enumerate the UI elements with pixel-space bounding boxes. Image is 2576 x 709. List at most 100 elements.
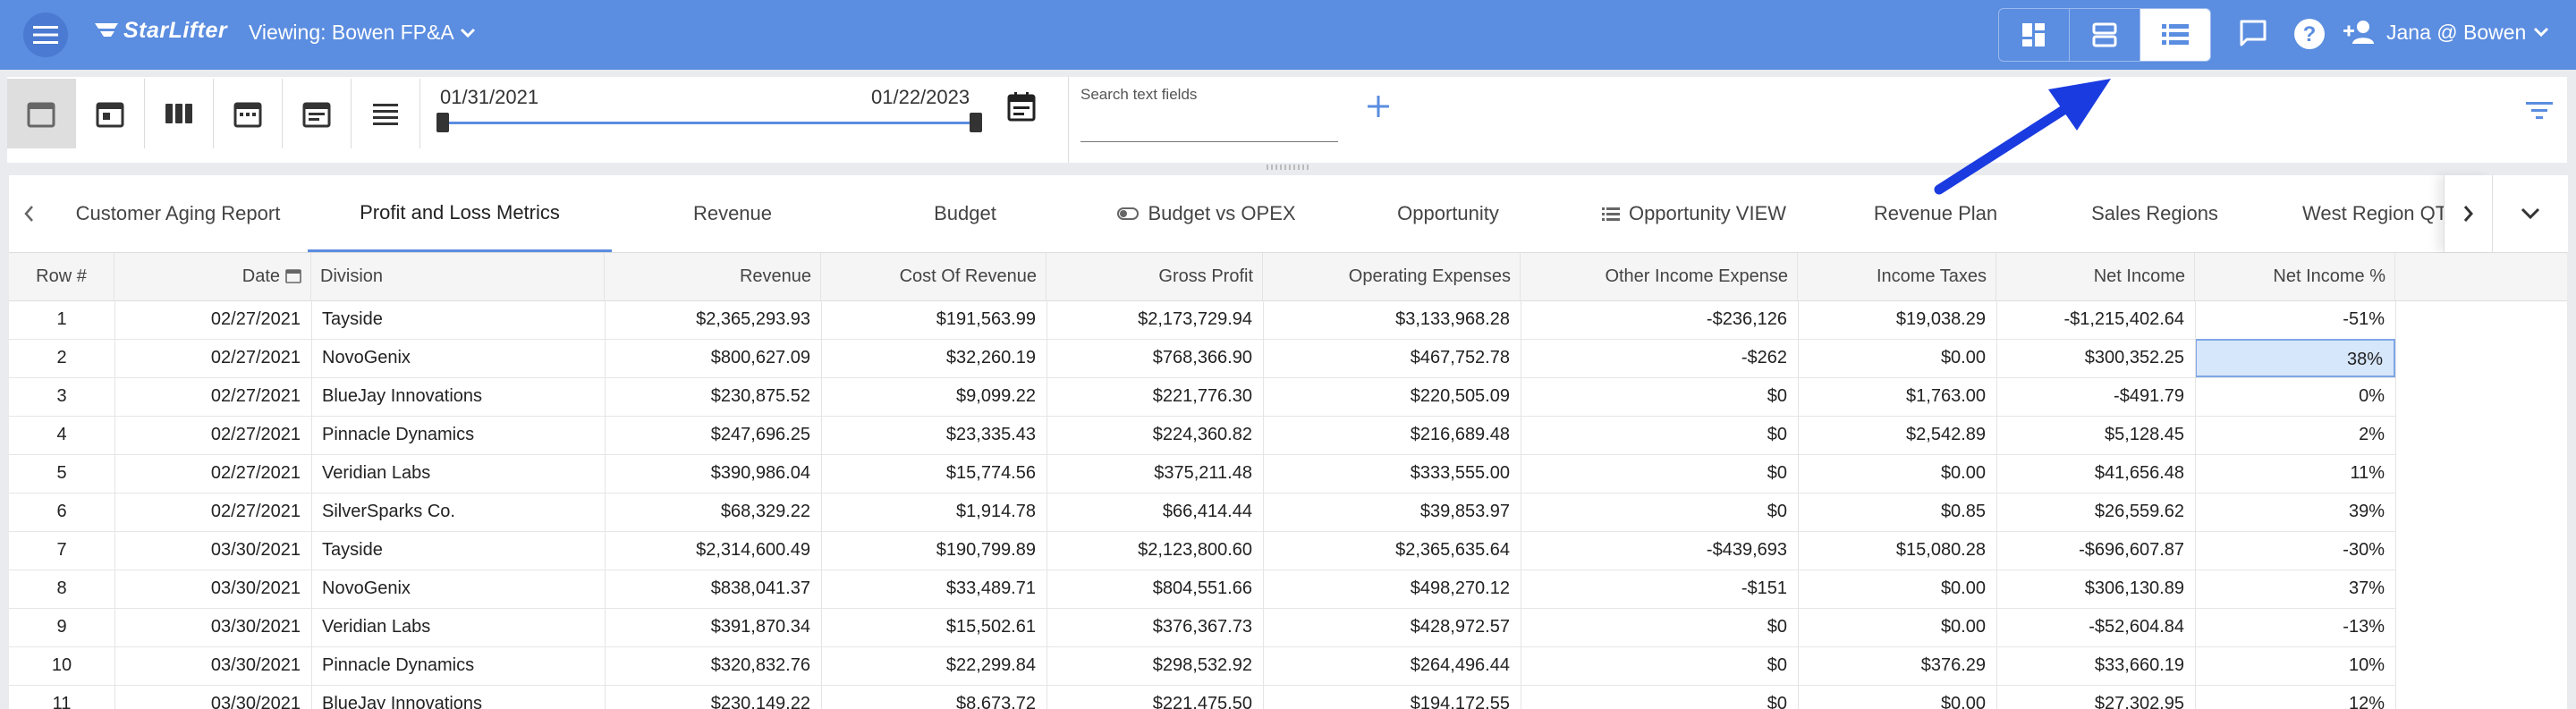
cell-date[interactable]: 03/30/2021 [114,685,311,709]
table-row[interactable]: 8 03/30/2021 NovoGenix $838,041.37 $33,489.7… [9,570,2395,609]
cell-cost-of-revenue[interactable]: $1,914.78 [821,493,1046,531]
table-row[interactable]: 1 02/27/2021 Tayside $2,365,293.93 $191,563.… [9,300,2395,340]
cell-net-income[interactable]: 0% [2195,377,2395,416]
cell-cost-of-revenue[interactable]: $8,673.72 [821,685,1046,709]
cell-income-taxes[interactable]: $0.00 [1798,454,1996,493]
column-header-net-income[interactable]: Net Income % [2195,253,2395,300]
cell-other-income-expense[interactable]: $0 [1521,608,1798,646]
cell-row[interactable]: 4 [9,416,114,454]
column-header-other-income-expense[interactable]: Other Income Expense [1521,253,1798,300]
date-range-slider[interactable] [444,122,980,124]
cell-revenue[interactable]: $390,986.04 [605,454,821,493]
tabs-scroll-right-button[interactable] [2444,175,2493,252]
cell-date[interactable]: 02/27/2021 [114,416,311,454]
cell-income-taxes[interactable]: $0.00 [1798,339,1996,377]
column-header-division[interactable]: Division [311,253,605,300]
tab-revenue[interactable]: Revenue [612,175,853,252]
hamburger-menu-button[interactable] [23,13,68,57]
cell-other-income-expense[interactable]: -$151 [1521,570,1798,608]
cell-other-income-expense[interactable]: -$236,126 [1521,300,1798,339]
cell-net-income[interactable]: 11% [2195,454,2395,493]
brand-logo[interactable]: StarLifter [95,18,227,44]
cell-gross-profit[interactable]: $298,532.92 [1046,646,1263,685]
cell-revenue[interactable]: $230,149.22 [605,685,821,709]
cell-date[interactable]: 03/30/2021 [114,608,311,646]
cell-net-income[interactable]: -$1,215,402.64 [1996,300,2195,339]
cell-cost-of-revenue[interactable]: $190,799.89 [821,531,1046,570]
column-header-row[interactable]: Row # [9,253,114,300]
cell-income-taxes[interactable]: $376.29 [1798,646,1996,685]
range-end-handle[interactable] [970,113,982,132]
resize-grip[interactable] [1267,165,1309,170]
cell-income-taxes[interactable]: $0.85 [1798,493,1996,531]
cell-row[interactable]: 7 [9,531,114,570]
cell-row[interactable]: 2 [9,339,114,377]
period-all-button[interactable] [7,79,76,148]
cell-division[interactable]: BlueJay Innovations [311,377,605,416]
cell-gross-profit[interactable]: $375,211.48 [1046,454,1263,493]
cell-operating-expenses[interactable]: $39,853.97 [1263,493,1521,531]
period-day-button[interactable] [76,79,145,148]
tab-budget[interactable]: Budget [853,175,1077,252]
cell-date[interactable]: 02/27/2021 [114,454,311,493]
cell-row[interactable]: 1 [9,300,114,339]
cell-gross-profit[interactable]: $66,414.44 [1046,493,1263,531]
cell-other-income-expense[interactable]: $0 [1521,493,1798,531]
cell-operating-expenses[interactable]: $264,496.44 [1263,646,1521,685]
period-year-button[interactable] [352,79,420,148]
cell-net-income[interactable]: 39% [2195,493,2395,531]
cell-cost-of-revenue[interactable]: $15,502.61 [821,608,1046,646]
table-row[interactable]: 10 03/30/2021 Pinnacle Dynamics $320,832.76… [9,646,2395,686]
cell-revenue[interactable]: $2,365,293.93 [605,300,821,339]
column-header-operating-expenses[interactable]: Operating Expenses [1263,253,1521,300]
table-row[interactable]: 3 02/27/2021 BlueJay Innovations $230,875.5… [9,377,2395,417]
cell-revenue[interactable]: $2,314,600.49 [605,531,821,570]
column-header-gross-profit[interactable]: Gross Profit [1046,253,1263,300]
help-button[interactable]: ? [2293,18,2326,55]
cell-revenue[interactable]: $230,875.52 [605,377,821,416]
date-picker-button[interactable] [1007,91,1036,126]
cell-operating-expenses[interactable]: $333,555.00 [1263,454,1521,493]
search-text-fields-input[interactable]: Search text fields [1080,86,1197,104]
cell-division[interactable]: BlueJay Innovations [311,685,605,709]
cell-net-income[interactable]: $41,656.48 [1996,454,2195,493]
cell-date[interactable]: 02/27/2021 [114,339,311,377]
column-header-revenue[interactable]: Revenue [605,253,821,300]
cell-net-income[interactable]: -51% [2195,300,2395,339]
cell-cost-of-revenue[interactable]: $22,299.84 [821,646,1046,685]
cell-operating-expenses[interactable]: $194,172.55 [1263,685,1521,709]
cell-other-income-expense[interactable]: $0 [1521,377,1798,416]
cell-operating-expenses[interactable]: $428,972.57 [1263,608,1521,646]
cell-operating-expenses[interactable]: $498,270.12 [1263,570,1521,608]
cell-net-income[interactable]: $300,352.25 [1996,339,2195,377]
tab-revenue-plan[interactable]: Revenue Plan [1828,175,2043,252]
cell-row[interactable]: 3 [9,377,114,416]
cell-division[interactable]: Tayside [311,300,605,339]
cell-revenue[interactable]: $320,832.76 [605,646,821,685]
cell-net-income[interactable]: -30% [2195,531,2395,570]
cell-date[interactable]: 02/27/2021 [114,377,311,416]
range-start-handle[interactable] [436,113,449,132]
cell-operating-expenses[interactable]: $467,752.78 [1263,339,1521,377]
column-header-net-income[interactable]: Net Income [1996,253,2195,300]
cell-income-taxes[interactable]: $2,542.89 [1798,416,1996,454]
cell-division[interactable]: Tayside [311,531,605,570]
cell-gross-profit[interactable]: $221,475.50 [1046,685,1263,709]
table-row[interactable]: 11 03/30/2021 BlueJay Innovations $230,149.… [9,685,2395,709]
cell-net-income[interactable]: 12% [2195,685,2395,709]
cell-cost-of-revenue[interactable]: $33,489.71 [821,570,1046,608]
user-menu[interactable]: Jana @ Bowen [2343,20,2549,45]
cell-other-income-expense[interactable]: -$262 [1521,339,1798,377]
cell-net-income[interactable]: -$491.79 [1996,377,2195,416]
cell-date[interactable]: 02/27/2021 [114,300,311,339]
cell-net-income[interactable]: -$696,607.87 [1996,531,2195,570]
dashboard-view-button[interactable] [1999,9,2070,61]
cell-gross-profit[interactable]: $376,367.73 [1046,608,1263,646]
cell-net-income[interactable]: -13% [2195,608,2395,646]
cell-income-taxes[interactable]: $0.00 [1798,608,1996,646]
tab-opportunity[interactable]: Opportunity [1336,175,1560,252]
split-view-button[interactable] [2070,9,2140,61]
cell-revenue[interactable]: $68,329.22 [605,493,821,531]
cell-net-income[interactable]: $26,559.62 [1996,493,2195,531]
cell-operating-expenses[interactable]: $216,689.48 [1263,416,1521,454]
